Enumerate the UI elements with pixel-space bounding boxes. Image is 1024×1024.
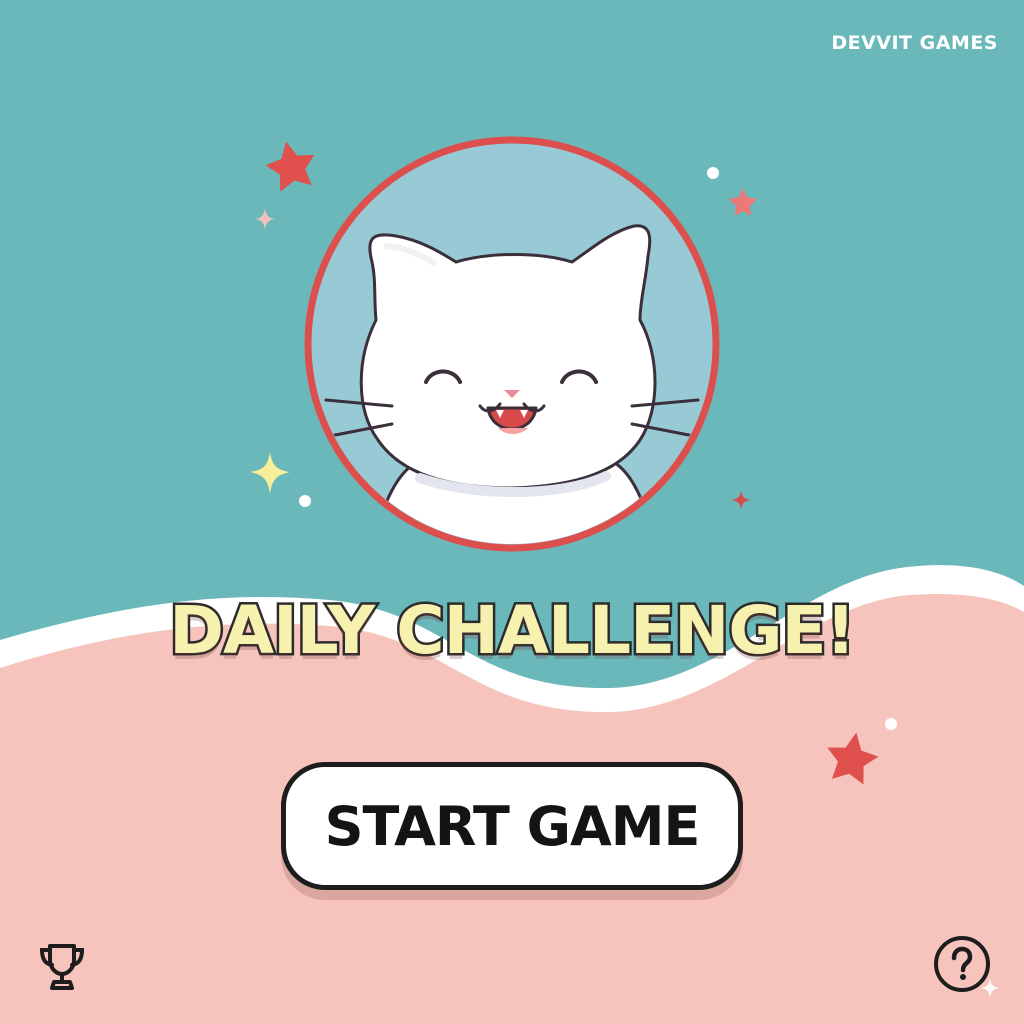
cat-head	[359, 224, 657, 490]
dot-decoration	[299, 495, 311, 507]
start-game-button[interactable]: START GAME	[281, 762, 743, 890]
help-button[interactable]	[932, 934, 992, 994]
leaderboard-button[interactable]	[32, 936, 92, 996]
trophy-icon	[39, 944, 85, 990]
question-mark-icon	[934, 936, 990, 992]
start-game-label: START GAME	[324, 794, 701, 858]
dot-decoration	[885, 718, 897, 730]
brand-label: DEVVIT GAMES	[831, 32, 998, 54]
page-title: DAILY CHALLENGE!	[167, 590, 859, 672]
dot-decoration	[707, 167, 719, 179]
